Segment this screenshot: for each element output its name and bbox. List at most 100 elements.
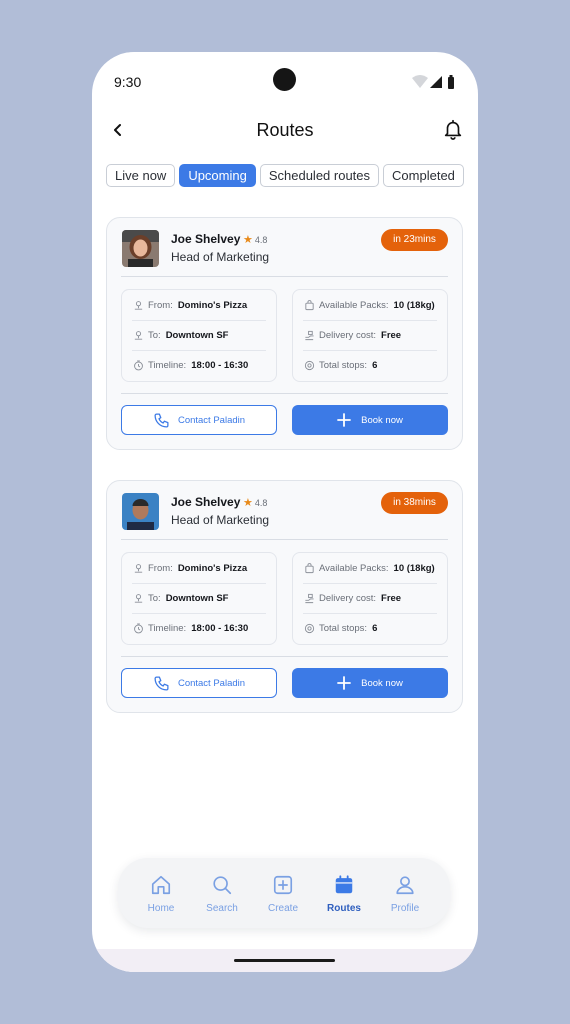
to-label: To: [148, 330, 161, 341]
signal-icon [430, 76, 442, 88]
app-header: Routes [92, 112, 478, 152]
nav-label: Profile [390, 903, 420, 914]
cost-row: Delivery cost: Free [303, 583, 437, 613]
nav-item-home[interactable]: Home [131, 873, 191, 917]
delivery-icon [303, 330, 315, 342]
divider [121, 656, 448, 657]
front-camera [273, 68, 296, 91]
divider [121, 276, 448, 277]
route-card: Joe Shelvey ★ 4.8 Head of Marketing in 23… [106, 217, 463, 450]
from-value: Domino's Pizza [177, 299, 248, 311]
driver-name: Joe Shelvey [171, 495, 241, 509]
cost-row: Delivery cost: Free [303, 320, 437, 350]
home-icon [149, 873, 173, 897]
divider [121, 393, 448, 394]
avatar [122, 493, 159, 530]
star-icon: ★ [243, 497, 253, 509]
tab-completed[interactable]: Completed [383, 164, 464, 187]
stops-label: Total stops: [319, 623, 368, 634]
phone-icon [154, 412, 169, 428]
from-value: Domino's Pizza [177, 562, 248, 574]
route-package-info: Available Packs: 10 (18kg) Delivery cost… [292, 289, 448, 382]
driver-name: Joe Shelvey [171, 232, 241, 246]
route-card: Joe Shelvey ★ 4.8 Head of Marketing in 38… [106, 480, 463, 713]
route-location-info: From: Domino's Pizza To: Downtown SF Tim… [121, 552, 277, 645]
avatar [122, 230, 159, 267]
contact-button-label: Contact Paladin [177, 414, 246, 426]
status-icons [412, 75, 454, 89]
stops-icon [303, 360, 315, 372]
pin-icon [132, 330, 144, 342]
to-value: Downtown SF [165, 593, 229, 604]
delivery-icon [303, 593, 315, 605]
driver-role: Head of Marketing [171, 513, 270, 527]
book-button-label: Book now [361, 414, 403, 426]
bell-icon [444, 119, 462, 140]
plus-square-icon [271, 873, 295, 897]
clock-icon [132, 360, 144, 372]
from-row: From: Domino's Pizza [132, 553, 266, 583]
packs-row: Available Packs: 10 (18kg) [303, 553, 437, 583]
packs-label: Available Packs: [319, 562, 389, 574]
home-indicator[interactable] [234, 959, 335, 962]
pin-icon [132, 593, 144, 605]
stops-value: 6 [372, 623, 378, 634]
page-title: Routes [256, 120, 314, 140]
to-row: To: Downtown SF [132, 583, 266, 613]
clock-icon [132, 623, 144, 635]
packs-value: 10 (18kg) [393, 299, 435, 311]
timeline-label: Timeline: [148, 623, 187, 634]
pin-icon [132, 299, 144, 311]
plus-icon [337, 676, 352, 690]
divider [121, 539, 448, 540]
calendar-icon [332, 873, 356, 897]
stops-row: Total stops: 6 [303, 350, 437, 380]
route-location-info: From: Domino's Pizza To: Downtown SF Tim… [121, 289, 277, 382]
rating-value: 4.8 [254, 497, 268, 508]
nav-item-routes[interactable]: Routes [314, 873, 374, 917]
from-label: From: [148, 299, 173, 311]
phone-screen: 9:30 Routes Live now Upcoming Scheduled ro… [92, 52, 478, 972]
contact-button[interactable]: Contact Paladin [121, 668, 277, 698]
rating-value: 4.8 [254, 234, 268, 245]
home-bar-area [92, 949, 478, 972]
packs-row: Available Packs: 10 (18kg) [303, 290, 437, 320]
book-button[interactable]: Book now [292, 668, 448, 698]
cost-value: Free [381, 330, 402, 341]
phone-icon [154, 675, 169, 691]
packs-value: 10 (18kg) [393, 562, 435, 574]
nav-item-profile[interactable]: Profile [375, 873, 435, 917]
from-label: From: [148, 562, 173, 574]
notifications-button[interactable] [440, 116, 466, 142]
driver-rating: ★ 4.8 [243, 233, 267, 246]
battery-icon [448, 77, 454, 89]
to-label: To: [148, 593, 161, 604]
status-bar: 9:30 [92, 52, 478, 112]
tab-scheduled-routes[interactable]: Scheduled routes [259, 164, 380, 187]
to-row: To: Downtown SF [132, 320, 266, 350]
tab-upcoming[interactable]: Upcoming [179, 164, 256, 187]
from-row: From: Domino's Pizza [132, 290, 266, 320]
stops-row: Total stops: 6 [303, 613, 437, 643]
nav-item-create[interactable]: Create [253, 873, 313, 917]
route-tabs: Live now Upcoming Scheduled routes Complete… [106, 164, 478, 188]
driver-rating: ★ 4.8 [243, 496, 267, 509]
bag-icon [303, 299, 315, 311]
timeline-value: 18:00 - 16:30 [191, 623, 249, 634]
eta-badge: in 38mins [381, 492, 448, 514]
book-button[interactable]: Book now [292, 405, 448, 435]
search-icon [210, 873, 234, 897]
contact-button[interactable]: Contact Paladin [121, 405, 277, 435]
pin-icon [132, 562, 144, 574]
stops-icon [303, 623, 315, 635]
nav-item-search[interactable]: Search [192, 873, 252, 917]
cost-value: Free [381, 593, 402, 604]
stops-value: 6 [372, 360, 378, 371]
tab-live-now[interactable]: Live now [106, 164, 176, 187]
timeline-row: Timeline: 18:00 - 16:30 [132, 613, 266, 643]
bottom-nav: Home Search Create Routes Profile [118, 858, 450, 928]
wifi-icon [412, 75, 428, 88]
book-button-label: Book now [361, 677, 403, 689]
timeline-value: 18:00 - 16:30 [191, 360, 249, 371]
cost-label: Delivery cost: [319, 330, 377, 341]
